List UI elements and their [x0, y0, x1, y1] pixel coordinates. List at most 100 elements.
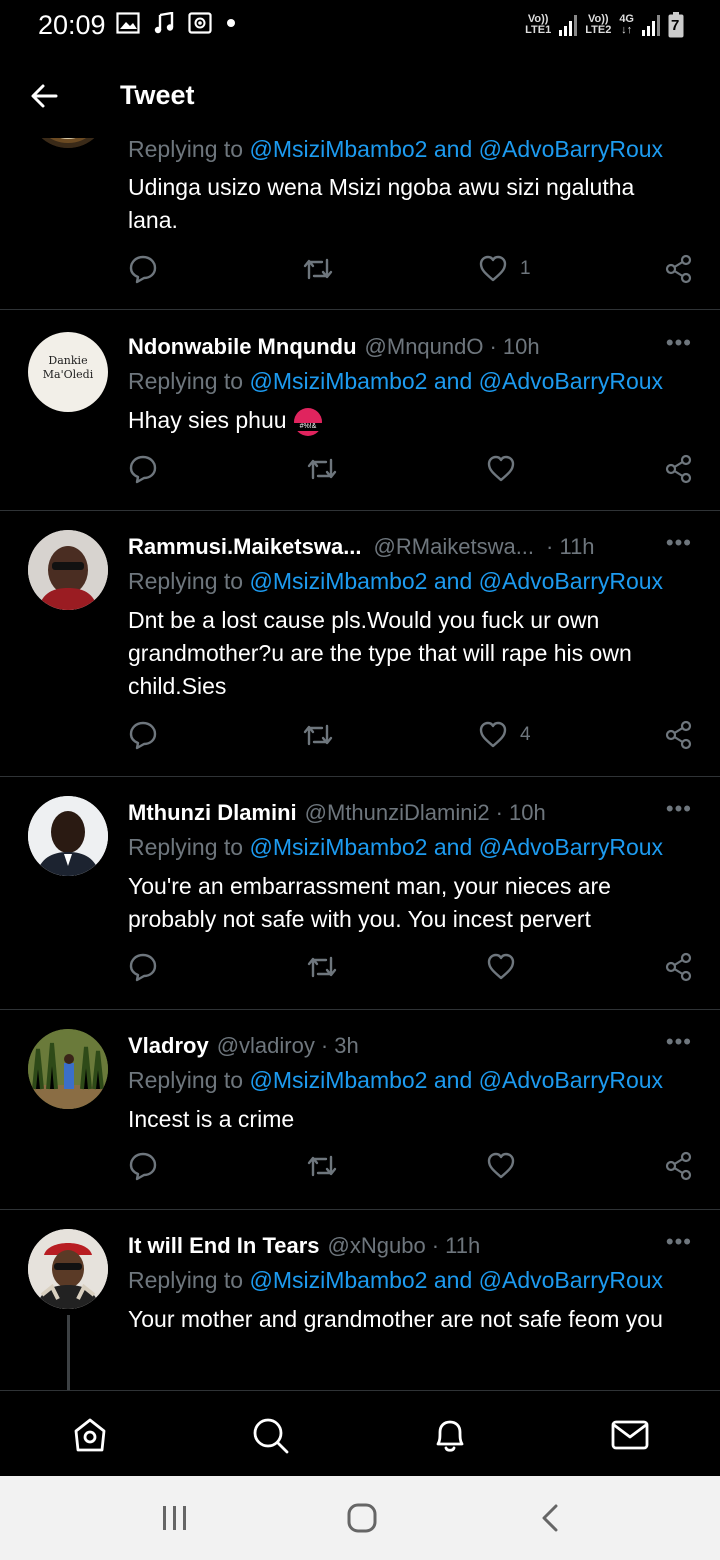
- share-button[interactable]: [664, 1151, 694, 1181]
- timestamp: · 11h: [546, 534, 595, 559]
- retweet-button[interactable]: [302, 720, 334, 750]
- recent-apps-icon[interactable]: [160, 1502, 190, 1534]
- tweet-item[interactable]: Mthunzi Dlamini @MthunziDlamini2 · 10h •…: [0, 776, 720, 1010]
- tweet-text: Udinga usizo wena Msizi ngoba awu sizi n…: [128, 174, 635, 233]
- retweet-button[interactable]: [306, 1151, 338, 1181]
- mention-link[interactable]: @AdvoBarryRoux: [479, 834, 663, 860]
- like-button[interactable]: 1: [478, 254, 531, 284]
- back-chevron-icon[interactable]: [538, 1502, 562, 1534]
- reply-button[interactable]: [128, 952, 158, 982]
- retweet-button[interactable]: [306, 454, 338, 484]
- like-count: 1: [520, 258, 531, 279]
- avatar[interactable]: [28, 1029, 108, 1109]
- page-title: Tweet: [120, 80, 195, 110]
- tweet-item[interactable]: Rammusi.Maiketswa... @RMaiketswa... · 11…: [0, 510, 720, 777]
- mention-link[interactable]: @MsiziMbambo2: [249, 834, 427, 860]
- like-button[interactable]: [486, 952, 528, 982]
- tweet-header: Rammusi.Maiketswa... @RMaiketswa... · 11…: [128, 530, 692, 564]
- mention-link[interactable]: @MsiziMbambo2: [249, 1267, 427, 1293]
- retweet-button[interactable]: [302, 254, 334, 284]
- tweet-actions: [128, 952, 694, 988]
- mention-link[interactable]: @AdvoBarryRoux: [479, 1067, 663, 1093]
- avatar[interactable]: [28, 530, 108, 610]
- mention-link[interactable]: @AdvoBarryRoux: [479, 1267, 663, 1293]
- retweet-button[interactable]: [306, 952, 338, 982]
- share-button[interactable]: [664, 254, 694, 284]
- mail-icon[interactable]: [610, 1415, 650, 1455]
- tweet-item[interactable]: It will End In Tears @xNgubo · 11h ••• R…: [0, 1209, 720, 1390]
- mention-link[interactable]: @AdvoBarryRoux: [479, 368, 663, 394]
- retweet-icon: [303, 258, 333, 280]
- arrow-left-icon[interactable]: [26, 78, 62, 114]
- tweet-header: Ndonwabile Mnqundu @MnqundO · 10h •••: [128, 330, 692, 364]
- display-name[interactable]: Mthunzi Dlamini: [128, 800, 297, 826]
- system-status-icons: Vo)) LTE1 Vo)) LTE2 4G ↓↑ 7: [525, 12, 684, 38]
- reply-button[interactable]: [128, 720, 158, 750]
- timestamp: · 3h: [320, 1033, 359, 1058]
- mention-link[interactable]: @AdvoBarryRoux: [479, 568, 663, 594]
- tweet-actions: [128, 1151, 694, 1187]
- more-options-icon[interactable]: •••: [666, 796, 692, 822]
- notification-icons: [116, 12, 236, 34]
- dot-icon: [227, 19, 235, 27]
- tweet-item[interactable]: Vladroy @vladiroy · 3h ••• Replying to @…: [0, 1009, 720, 1210]
- more-options-icon[interactable]: •••: [666, 1229, 692, 1255]
- reply-button[interactable]: [128, 454, 158, 484]
- tweet-text: You're an embarrassment man, your nieces…: [128, 873, 611, 932]
- tweet-item[interactable]: Dankie Ma'Oledi Ndonwabile Mnqundu @Mnqu…: [0, 310, 720, 511]
- display-name[interactable]: Rammusi.Maiketswa...: [128, 534, 362, 560]
- like-button[interactable]: [486, 1151, 528, 1181]
- like-button[interactable]: 4: [478, 720, 531, 750]
- tweet-item[interactable]: Replying to @MsiziMbambo2 and @AdvoBarry…: [0, 120, 720, 310]
- share-button[interactable]: [664, 454, 694, 484]
- home-icon[interactable]: [70, 1415, 110, 1455]
- tweet-actions: 1: [128, 254, 694, 290]
- angry-cursing-emoji-icon: #%!&: [292, 407, 323, 437]
- display-name[interactable]: Ndonwabile Mnqundu: [128, 334, 357, 360]
- user-handle: @MnqundO: [364, 334, 484, 359]
- thread-line: [67, 1315, 70, 1390]
- bottom-navigation: [0, 1390, 720, 1477]
- share-button[interactable]: [664, 952, 694, 982]
- share-icon: [665, 720, 692, 750]
- heart-icon: [487, 1152, 515, 1179]
- share-button[interactable]: [664, 720, 694, 750]
- more-options-icon[interactable]: •••: [666, 330, 692, 356]
- search-icon[interactable]: [250, 1415, 290, 1455]
- home-circle-icon[interactable]: [346, 1502, 378, 1534]
- retweet-icon: [307, 956, 337, 978]
- tweet-text: Dnt be a lost cause pls.Would you fuck u…: [128, 607, 632, 699]
- mention-link[interactable]: @MsiziMbambo2: [249, 368, 427, 394]
- like-button[interactable]: [486, 454, 528, 484]
- more-options-icon[interactable]: •••: [666, 530, 692, 556]
- user-handle: @vladiroy: [216, 1033, 315, 1058]
- avatar[interactable]: [28, 796, 108, 876]
- bell-icon[interactable]: [430, 1415, 470, 1455]
- heart-icon: [487, 953, 515, 980]
- avatar[interactable]: [28, 1229, 108, 1309]
- reply-button[interactable]: [128, 1151, 158, 1181]
- tweet-text: Your mother and grandmother are not safe…: [128, 1306, 663, 1332]
- tweet-actions: [128, 454, 694, 490]
- mention-link[interactable]: @MsiziMbambo2: [249, 1067, 427, 1093]
- mention-link[interactable]: @MsiziMbambo2: [249, 136, 427, 162]
- mention-link[interactable]: @MsiziMbambo2: [249, 568, 427, 594]
- reply-feed[interactable]: Replying to @MsiziMbambo2 and @AdvoBarry…: [0, 120, 720, 1390]
- like-count: 4: [520, 724, 531, 745]
- heart-icon: [479, 721, 507, 748]
- more-options-icon[interactable]: •••: [666, 1029, 692, 1055]
- timestamp: · 10h: [495, 800, 546, 825]
- mention-link[interactable]: @AdvoBarryRoux: [479, 136, 663, 162]
- sim2-label: Vo)) LTE2: [585, 13, 612, 36]
- replying-to: Replying to @MsiziMbambo2 and @AdvoBarry…: [128, 368, 664, 394]
- user-handle: @RMaiketswa...: [373, 534, 535, 559]
- display-name[interactable]: It will End In Tears: [128, 1233, 320, 1259]
- replying-to: Replying to @MsiziMbambo2 and @AdvoBarry…: [128, 568, 664, 594]
- avatar[interactable]: Dankie Ma'Oledi: [28, 332, 108, 412]
- reply-button[interactable]: [128, 254, 158, 284]
- comment-icon: [129, 1152, 157, 1181]
- signal-icon: [559, 15, 578, 36]
- display-name[interactable]: Vladroy: [128, 1033, 209, 1059]
- share-icon: [665, 254, 692, 284]
- tweet-actions: 4: [128, 720, 694, 756]
